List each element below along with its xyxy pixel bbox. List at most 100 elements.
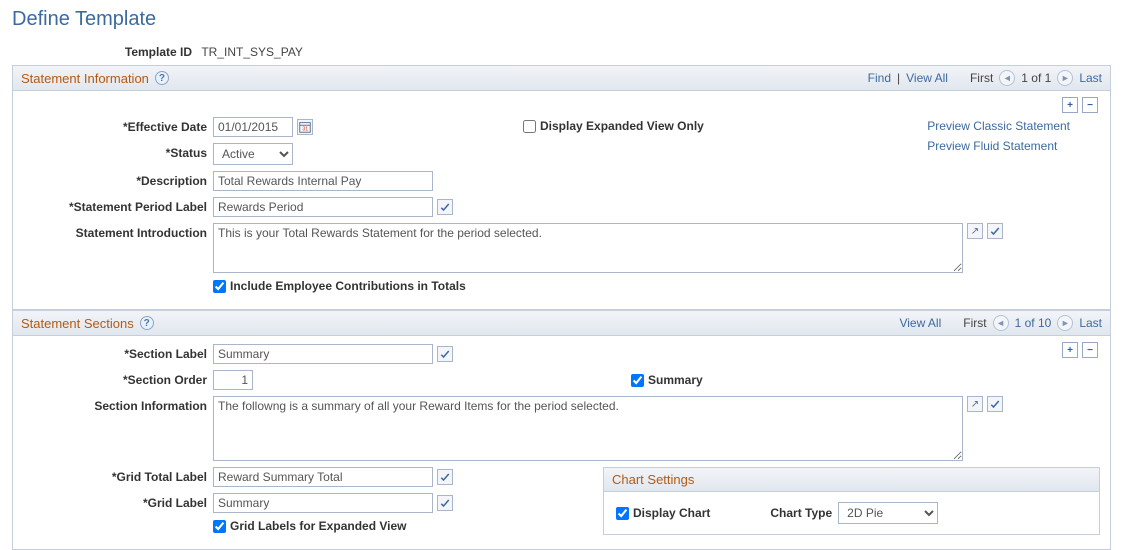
period-label-input[interactable] [213, 197, 433, 217]
position-text: 1 of 1 [1021, 71, 1051, 85]
grid-label-input[interactable] [213, 493, 433, 513]
section-info-label: Section Information [23, 396, 213, 413]
next-arrow-icon[interactable]: ► [1057, 315, 1073, 331]
statement-sections-section: Statement Sections ? View All First ◄ 1 … [12, 310, 1111, 550]
view-all-link[interactable]: View All [906, 71, 948, 85]
preview-fluid-link[interactable]: Preview Fluid Statement [927, 139, 1070, 153]
chart-type-select[interactable]: 2D Pie [838, 502, 938, 524]
introduction-row: Statement Introduction ↗ [23, 223, 1100, 273]
period-label-label: *Statement Period Label [23, 197, 213, 214]
chart-type-label: Chart Type [770, 506, 832, 520]
last-link[interactable]: Last [1079, 316, 1102, 330]
include-contrib-row: Include Employee Contributions in Totals [23, 279, 1100, 293]
grid-labels-expanded-row: Grid Labels for Expanded View [23, 519, 583, 533]
spacer [23, 279, 213, 282]
statement-sections-body: + − *Section Label *Section Order Summar… [12, 336, 1111, 550]
statement-info-header: Statement Information ? Find | View All … [12, 65, 1111, 91]
spellcheck-icon[interactable] [437, 346, 453, 362]
prev-arrow-icon[interactable]: ◄ [999, 70, 1015, 86]
delete-row-icon[interactable]: − [1082, 97, 1098, 113]
popout-icon[interactable]: ↗ [967, 223, 983, 239]
calendar-icon[interactable]: 31 [297, 119, 313, 135]
description-label: *Description [23, 171, 213, 188]
summary-chk-label: Summary [648, 373, 703, 387]
delete-row-icon[interactable]: − [1082, 342, 1098, 358]
statement-sections-header: Statement Sections ? View All First ◄ 1 … [12, 310, 1111, 336]
statement-information-section: Statement Information ? Find | View All … [12, 65, 1111, 310]
spacer [23, 519, 213, 522]
spellcheck-icon[interactable] [437, 469, 453, 485]
spellcheck-icon[interactable] [987, 396, 1003, 412]
display-expanded-checkbox[interactable] [523, 120, 536, 133]
view-all-link[interactable]: View All [899, 316, 941, 330]
include-contrib-label: Include Employee Contributions in Totals [230, 279, 466, 293]
statement-info-title-text: Statement Information [21, 71, 149, 86]
period-label-row: *Statement Period Label [23, 197, 1100, 217]
section-info-row: Section Information ↗ [23, 396, 1100, 461]
nav-separator: | [897, 71, 900, 85]
popout-icon[interactable]: ↗ [967, 396, 983, 412]
grid-label-label: *Grid Label [23, 493, 213, 510]
section-label-input[interactable] [213, 344, 433, 364]
spellcheck-icon[interactable] [987, 223, 1003, 239]
grid-total-label-input[interactable] [213, 467, 433, 487]
spellcheck-icon[interactable] [437, 199, 453, 215]
first-label: First [970, 71, 993, 85]
position-text[interactable]: 1 of 10 [1015, 316, 1052, 330]
svg-text:31: 31 [302, 127, 308, 133]
add-row-icon[interactable]: + [1062, 97, 1078, 113]
display-chart-checkbox[interactable] [616, 507, 629, 520]
display-chart-label: Display Chart [633, 506, 710, 520]
status-select[interactable]: Active [213, 143, 293, 165]
grid-labels-expanded-label: Grid Labels for Expanded View [230, 519, 407, 533]
chart-type-row: Chart Type 2D Pie [770, 502, 938, 524]
introduction-textarea[interactable] [213, 223, 963, 273]
spellcheck-icon[interactable] [437, 495, 453, 511]
statement-info-title: Statement Information ? [21, 71, 169, 86]
help-icon[interactable]: ? [155, 71, 169, 85]
display-expanded-label: Display Expanded View Only [540, 119, 704, 133]
section-order-input[interactable] [213, 370, 253, 390]
section-order-label: *Section Order [23, 370, 213, 387]
section-order-row: *Section Order Summary [23, 370, 1100, 390]
first-label: First [963, 316, 986, 330]
statement-sections-nav: View All First ◄ 1 of 10 ► Last [899, 315, 1102, 331]
grid-total-label-label: *Grid Total Label [23, 467, 213, 484]
introduction-label: Statement Introduction [23, 223, 213, 240]
effective-date-input[interactable] [213, 117, 293, 137]
include-contrib-checkbox[interactable] [213, 280, 226, 293]
statement-info-body: + − Preview Classic Statement Preview Fl… [12, 91, 1111, 310]
statement-info-nav: Find | View All First ◄ 1 of 1 ► Last [868, 70, 1102, 86]
grid-labels-expanded-checkbox[interactable] [213, 520, 226, 533]
display-expanded-wrap: Display Expanded View Only [523, 119, 704, 133]
preview-links: Preview Classic Statement Preview Fluid … [927, 119, 1070, 159]
add-remove-row-sections: + − [1062, 342, 1098, 358]
preview-classic-link[interactable]: Preview Classic Statement [927, 119, 1070, 133]
statement-sections-title-text: Statement Sections [21, 316, 134, 331]
help-icon[interactable]: ? [140, 316, 154, 330]
find-link[interactable]: Find [868, 71, 891, 85]
grid-total-label-row: *Grid Total Label [23, 467, 583, 487]
description-input[interactable] [213, 171, 433, 191]
next-arrow-icon[interactable]: ► [1057, 70, 1073, 86]
status-label: *Status [23, 143, 213, 160]
template-id-value: TR_INT_SYS_PAY [195, 45, 303, 59]
chart-settings-title: Chart Settings [604, 468, 1099, 492]
last-link[interactable]: Last [1079, 71, 1102, 85]
summary-chk-wrap: Summary [631, 373, 703, 387]
template-id-label: Template ID [12, 45, 192, 59]
add-row-icon[interactable]: + [1062, 342, 1078, 358]
page-title: Define Template [0, 0, 1123, 45]
chart-settings-box: Chart Settings Display Chart Chart Type … [603, 467, 1100, 535]
chart-settings-body: Display Chart Chart Type 2D Pie [604, 492, 1099, 534]
description-row: *Description [23, 171, 1100, 191]
prev-arrow-icon[interactable]: ◄ [993, 315, 1009, 331]
section-info-textarea[interactable] [213, 396, 963, 461]
effective-date-label: *Effective Date [23, 117, 213, 134]
summary-checkbox[interactable] [631, 374, 644, 387]
statement-sections-title: Statement Sections ? [21, 316, 154, 331]
grid-label-row: *Grid Label [23, 493, 583, 513]
add-remove-row-statement: + − [1062, 97, 1098, 113]
section-label-row: *Section Label [23, 344, 1100, 364]
display-chart-wrap: Display Chart [616, 506, 710, 520]
